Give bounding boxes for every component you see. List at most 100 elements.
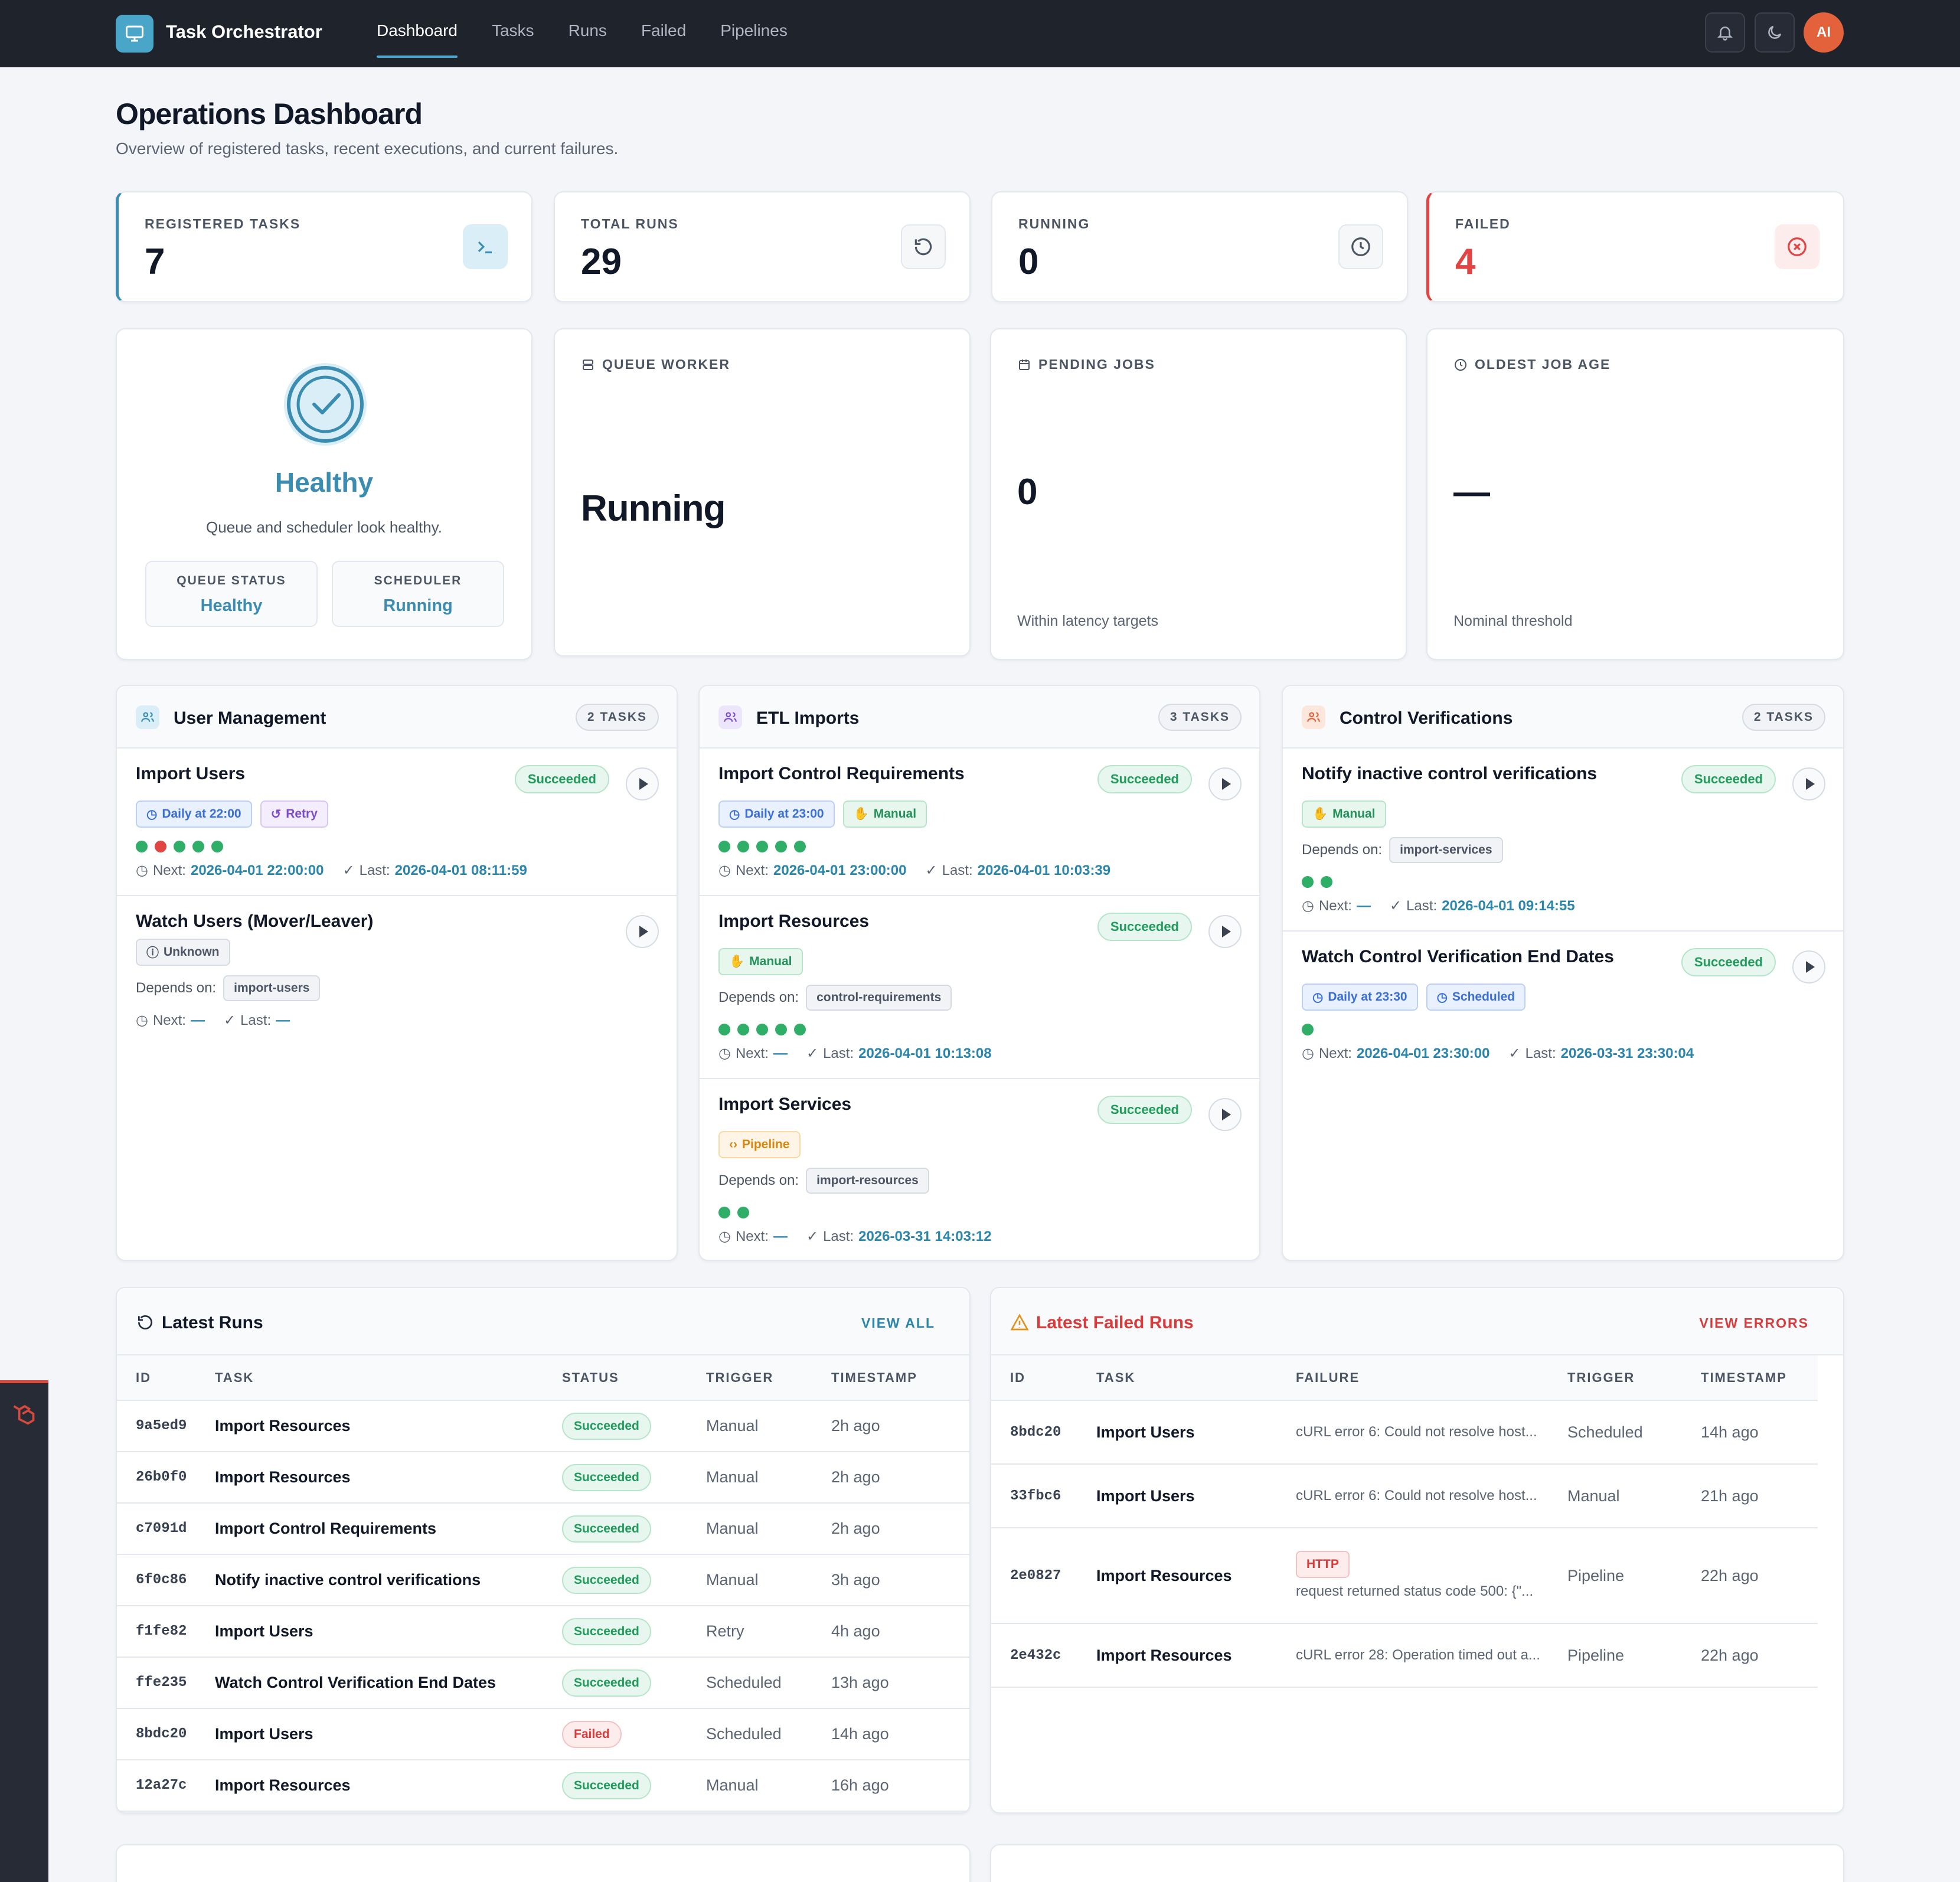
stat-label: FAILED (1455, 216, 1511, 231)
run-dot-success (211, 841, 223, 852)
play-icon[interactable] (1792, 767, 1825, 800)
schedule-tag: ◷ Daily at 23:00 (718, 800, 835, 828)
play-icon[interactable] (1792, 950, 1825, 984)
calendar-icon (1019, 359, 1030, 370)
view-all-link[interactable]: VIEW ALL (861, 1315, 935, 1331)
task-name[interactable]: Import Resources (718, 911, 869, 932)
stat-label: REGISTERED TASKS (145, 216, 301, 231)
run-id[interactable]: 8bdc20 (117, 1708, 215, 1760)
failure-cell: cURL error 6: Could not resolve host... (1296, 1400, 1567, 1465)
run-dot-success (1302, 1024, 1314, 1035)
main-nav: Dashboard Tasks Runs Failed Pipelines (377, 21, 788, 58)
moon-icon[interactable] (1755, 12, 1795, 53)
history-icon (901, 224, 946, 269)
run-id[interactable]: ffe235 (117, 1657, 215, 1709)
run-id[interactable]: f1fe82 (117, 1606, 215, 1658)
table-row[interactable]: 8bdc20 Import Users cURL error 6: Could … (991, 1400, 1818, 1465)
table-row[interactable]: 6f0c86 Notify inactive control verificat… (117, 1554, 969, 1606)
failure-message: cURL error 28: Operation timed out a... (1296, 1647, 1540, 1663)
run-task: Notify inactive control verifications (215, 1554, 562, 1606)
task-item[interactable]: Watch Users (Mover/Leaver) ⓘ Unknown Depe… (117, 896, 677, 1044)
pending-jobs-footnote: Within latency targets (1017, 613, 1158, 629)
run-history-dots (1302, 876, 1332, 888)
nav-failed[interactable]: Failed (641, 21, 686, 57)
app-title[interactable]: Task Orchestrator (166, 21, 322, 43)
bell-icon[interactable] (1705, 12, 1745, 53)
debug-toolbar[interactable] (0, 1380, 48, 1882)
task-item[interactable]: Import Users Succeeded ◷ Daily at 22:00 ↺… (117, 749, 677, 896)
monitor-icon[interactable] (116, 15, 153, 53)
check-icon: ✓ (1389, 898, 1402, 914)
status-badge: Succeeded (562, 1566, 651, 1594)
table-row[interactable]: ffe235 Watch Control Verification End Da… (117, 1657, 969, 1709)
run-id[interactable]: 2e432c (991, 1623, 1096, 1688)
task-item[interactable]: Import Control Requirements Succeeded ◷ D… (700, 749, 1259, 896)
task-name[interactable]: Notify inactive control verifications (1302, 764, 1597, 784)
task-name[interactable]: Import Control Requirements (718, 764, 965, 784)
table-row[interactable]: 12a27c Import Resources Succeeded Manual… (117, 1760, 969, 1812)
run-id[interactable]: 26b0f0 (117, 1452, 215, 1504)
table-row[interactable]: c7091d Import Control Requirements Succe… (117, 1503, 969, 1555)
run-id[interactable]: 12a27c (117, 1760, 215, 1812)
run-id[interactable]: 9a5ed9 (117, 1400, 215, 1452)
group-title: User Management (174, 708, 326, 728)
task-item[interactable]: Import Resources Succeeded ✋ Manual Depen… (700, 896, 1259, 1079)
status-badge: Succeeded (1097, 1096, 1192, 1124)
table-row[interactable]: 33fbc6 Import Users cURL error 6: Could … (991, 1464, 1818, 1528)
oldest-job-footnote: Nominal threshold (1453, 613, 1573, 629)
run-id[interactable]: c7091d (117, 1503, 215, 1555)
run-id[interactable]: 6f0c86 (117, 1554, 215, 1606)
run-id[interactable]: 2e0827 (991, 1528, 1096, 1624)
table-row[interactable]: 8bdc20 Import Users Failed Scheduled 14h… (117, 1708, 969, 1760)
task-item[interactable]: Watch Control Verification End Dates Suc… (1283, 932, 1843, 1079)
run-task: Import Users (215, 1606, 562, 1658)
run-trigger: Scheduled (1567, 1400, 1701, 1465)
page-title: Operations Dashboard (116, 97, 423, 130)
run-dot-success (718, 1207, 730, 1218)
clock-icon: ◷ (1436, 990, 1448, 1004)
laravel-icon[interactable] (11, 1400, 37, 1429)
oldest-job-value: — (1453, 472, 1490, 512)
nav-tasks[interactable]: Tasks (492, 21, 534, 57)
queue-status-value: Healthy (200, 596, 263, 615)
play-icon[interactable] (1208, 915, 1242, 948)
run-id[interactable]: 8bdc20 (991, 1400, 1096, 1465)
task-name[interactable]: Watch Control Verification End Dates (1302, 947, 1614, 967)
stat-value: 7 (145, 241, 165, 282)
last-run: — (276, 1012, 290, 1028)
nav-runs[interactable]: Runs (569, 21, 607, 57)
next-run: 2026-04-01 23:00:00 (773, 862, 907, 878)
table-row[interactable]: 9a5ed9 Import Resources Succeeded Manual… (117, 1400, 969, 1452)
retry-tag: ↺ Retry (260, 800, 328, 828)
view-errors-link[interactable]: VIEW ERRORS (1699, 1315, 1809, 1331)
run-timestamp: 14h ago (831, 1708, 969, 1760)
task-name[interactable]: Import Users (136, 764, 245, 784)
task-name[interactable]: Watch Users (Mover/Leaver) (136, 911, 373, 932)
table-row[interactable]: f1fe82 Import Users Succeeded Retry 4h a… (117, 1606, 969, 1658)
play-icon[interactable] (626, 915, 659, 948)
nav-dashboard[interactable]: Dashboard (377, 21, 458, 58)
run-dot-success (718, 841, 730, 852)
task-item[interactable]: Import Services Succeeded ‹› Pipeline Dep… (700, 1079, 1259, 1260)
clock-icon: ◷ (718, 862, 731, 878)
avatar[interactable]: AI (1804, 12, 1844, 53)
next-run: — (773, 1045, 788, 1061)
run-dot-success (737, 841, 749, 852)
run-dot-success (775, 841, 787, 852)
nav-pipelines[interactable]: Pipelines (720, 21, 788, 57)
play-icon[interactable] (1208, 1098, 1242, 1131)
oldest-job-label: OLDEST JOB AGE (1453, 357, 1611, 373)
table-row[interactable]: 2e0827 Import Resources HTTP request retu… (991, 1528, 1818, 1624)
table-row[interactable]: 26b0f0 Import Resources Succeeded Manual… (117, 1452, 969, 1504)
table-row[interactable]: 2e432c Import Resources cURL error 28: O… (991, 1623, 1818, 1688)
play-icon[interactable] (626, 767, 659, 800)
play-icon[interactable] (1208, 767, 1242, 800)
task-item[interactable]: Notify inactive control verifications Su… (1283, 749, 1843, 932)
run-id[interactable]: 33fbc6 (991, 1464, 1096, 1528)
warning-icon (1010, 1313, 1029, 1335)
task-name[interactable]: Import Services (718, 1094, 851, 1115)
x-circle-icon (1775, 224, 1819, 269)
clock-icon: ◷ (136, 862, 148, 878)
depends-on: Depends on: import-resources (718, 1168, 929, 1194)
http-badge: HTTP (1296, 1551, 1350, 1578)
